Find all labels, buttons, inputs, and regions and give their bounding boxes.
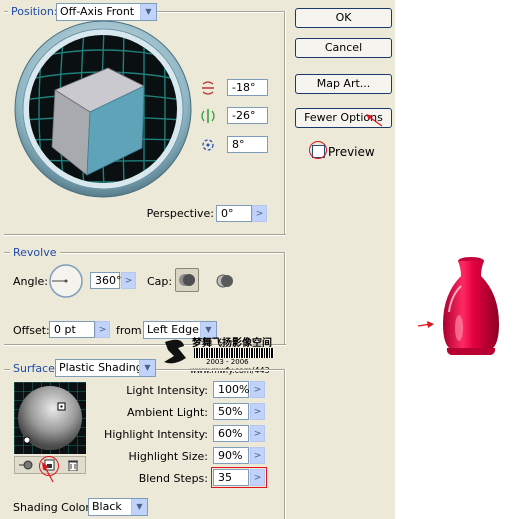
from-label: from [116,324,142,337]
position-group-right [284,11,286,235]
chevron-right-icon: > [98,324,107,335]
move-light-back-icon[interactable] [19,459,33,471]
perspective-label: Perspective: [146,207,214,220]
highlight-size-field[interactable]: 90% [213,447,249,464]
ambient-light-field[interactable]: 50% [213,403,249,420]
offset-field[interactable]: 0 pt [49,321,95,338]
cap-label: Cap: [147,275,173,288]
highlight-intensity-label: Highlight Intensity: [104,428,208,441]
z-axis-rotation-icon [202,139,214,151]
surface-section-label: Surface: [10,362,62,375]
shading-color-dropdown[interactable]: Black ▼ [88,498,148,516]
shading-color-label: Shading Color: [13,501,94,514]
lighting-sphere[interactable] [14,382,86,454]
chevron-down-icon: ▼ [131,499,147,515]
cap-on-button[interactable] [175,268,199,292]
blend-steps-label: Blend Steps: [138,472,208,485]
highlight-size-label: Highlight Size: [128,450,208,463]
annotation-arrow-icon [366,114,383,127]
preview-label: Preview [328,145,375,159]
surface-type-dropdown[interactable]: Plastic Shading ▼ [55,359,156,377]
cap-on-icon [179,274,195,286]
perspective-arrow-button[interactable]: > [252,205,267,222]
chevron-down-icon: ▼ [139,360,155,376]
annotation-arrow-icon [42,462,54,483]
position-preset-dropdown[interactable]: Off-Axis Front ▼ [56,3,157,21]
angle-arrow-button[interactable]: > [121,272,136,289]
preview-annotation-circle [309,141,327,159]
angle-field[interactable]: 360° [90,272,122,289]
chevron-down-icon: ▼ [140,4,156,20]
light-intensity-label: Light Intensity: [126,384,208,397]
ambient-light-label: Ambient Light: [127,406,208,419]
light-intensity-arrow-button[interactable]: > [250,381,265,398]
position-group-bottom [4,234,286,236]
ok-button[interactable]: OK [295,8,392,28]
blend-steps-annotation-box [211,467,267,488]
cap-off-button[interactable] [214,270,236,292]
cap-off-icon [216,274,233,288]
x-rotation-field[interactable]: -18° [227,79,268,96]
angle-label: Angle: [13,275,49,288]
y-axis-rotation-icon [201,109,215,123]
watermark-text: 梦舞飞扬影像空间 [192,338,272,349]
ambient-light-arrow-button[interactable]: > [250,403,265,420]
angle-dial[interactable] [48,263,84,299]
revolve-section-label: Revolve [10,246,60,259]
z-rotation-field[interactable]: 8° [227,136,268,153]
chevron-right-icon: > [124,275,133,286]
shading-color-value: Black [92,500,122,513]
highlight-intensity-arrow-button[interactable]: > [250,425,265,442]
cancel-button[interactable]: Cancel [295,38,392,58]
chevron-right-icon: > [253,450,262,461]
offset-label: Offset: [13,324,50,337]
highlight-size-arrow-button[interactable]: > [250,447,265,464]
vase-preview [443,257,499,355]
chevron-right-icon: > [253,428,262,439]
annotation-arrow-icon [417,321,434,328]
delete-light-icon[interactable] [66,459,80,471]
map-art-button[interactable]: Map Art... [295,74,392,94]
highlight-intensity-field[interactable]: 60% [213,425,249,442]
chevron-right-icon: > [253,406,262,417]
chevron-right-icon: > [255,208,264,219]
perspective-field[interactable]: 0° [216,205,252,222]
x-axis-rotation-icon [202,81,214,95]
chevron-right-icon: > [253,384,262,395]
position-section-label: Position: [8,5,61,18]
watermark-logo-icon [164,339,186,364]
surface-group-right [284,369,286,519]
track-cube[interactable] [14,20,192,198]
surface-type-value: Plastic Shading [59,361,143,374]
position-preset-value: Off-Axis Front [60,5,135,18]
watermark-years: 2003 - 2006 [206,358,249,366]
back-light-handle-icon[interactable] [23,436,31,444]
revolve-group-right [284,252,286,345]
light-intensity-field[interactable]: 100% [213,381,249,398]
watermark-barcode [194,348,274,358]
offset-arrow-button[interactable]: > [95,321,110,338]
y-rotation-field[interactable]: -26° [227,107,268,124]
